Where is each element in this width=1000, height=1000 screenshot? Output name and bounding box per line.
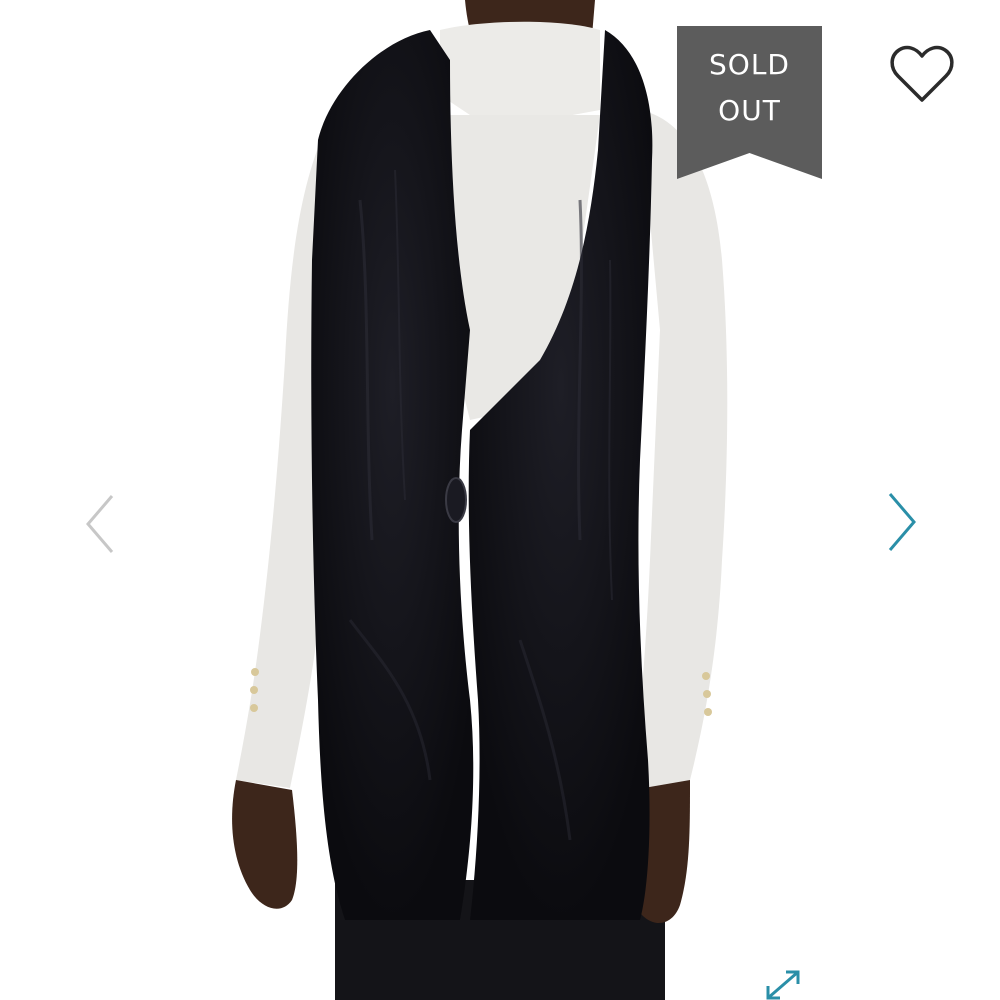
heart-outline-icon <box>890 45 954 102</box>
expand-image-button[interactable] <box>758 966 808 1000</box>
chevron-left-icon <box>86 495 114 553</box>
previous-image-button[interactable] <box>80 490 120 562</box>
sold-out-badge-line1: SOLD <box>709 48 790 81</box>
next-image-button[interactable] <box>882 488 922 560</box>
expand-arrows-icon <box>766 970 800 1000</box>
like-button[interactable] <box>888 44 956 106</box>
product-photo <box>0 0 1000 1000</box>
product-image-viewer: SOLD OUT <box>0 0 1000 1000</box>
chevron-right-icon <box>888 493 916 551</box>
sold-out-badge-line2: OUT <box>718 94 781 127</box>
